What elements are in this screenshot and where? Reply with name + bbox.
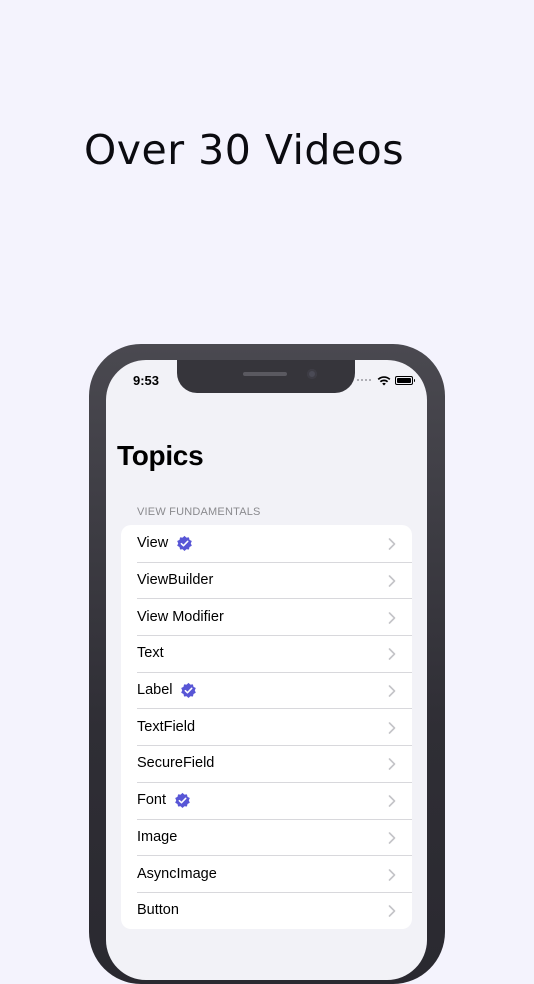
- topic-row-securefield[interactable]: SecureField: [121, 745, 412, 782]
- chevron-right-icon: [388, 868, 396, 881]
- topic-label: Font: [137, 792, 167, 809]
- verified-badge-icon: [174, 792, 191, 809]
- topic-row-view-modifier[interactable]: View Modifier: [121, 598, 412, 635]
- topic-row-asyncimage[interactable]: AsyncImage: [121, 855, 412, 892]
- chevron-right-icon: [388, 647, 396, 661]
- topic-label: SecureField: [137, 755, 215, 772]
- topic-row-button[interactable]: Button: [121, 891, 412, 929]
- topic-row-label[interactable]: Label: [121, 671, 412, 709]
- topic-row-font[interactable]: Font: [121, 781, 412, 819]
- chevron-right-icon: [388, 721, 396, 734]
- topic-label: View Modifier: [137, 608, 224, 625]
- topic-row-text[interactable]: Text: [121, 635, 412, 672]
- topic-label: ViewBuilder: [137, 572, 214, 589]
- topic-row-image[interactable]: Image: [121, 818, 412, 856]
- chevron-right-icon: [388, 574, 396, 587]
- page-title: Topics: [117, 440, 204, 471]
- topic-label: AsyncImage: [137, 865, 217, 882]
- topic-row-textfield[interactable]: TextField: [121, 708, 412, 745]
- chevron-right-icon: [388, 537, 396, 551]
- chevron-right-icon: [388, 611, 396, 624]
- topic-label: Text: [137, 645, 164, 662]
- phone-screen: 9:53 Topics VIEW FUNDAMENTALS View ViewBu…: [106, 360, 427, 980]
- front-camera: [307, 369, 317, 379]
- topic-list: View ViewBuilder View Modifier Text Label Tex…: [121, 525, 412, 929]
- chevron-right-icon: [388, 757, 396, 771]
- verified-badge-icon: [176, 535, 193, 552]
- topic-label: TextField: [137, 718, 196, 735]
- notch: [177, 360, 355, 393]
- topic-row-viewbuilder[interactable]: ViewBuilder: [121, 561, 412, 599]
- topic-row-view[interactable]: View: [121, 525, 412, 562]
- chevron-right-icon: [388, 904, 396, 918]
- battery-icon: [395, 375, 415, 385]
- topic-label: Label: [137, 682, 173, 699]
- verified-badge-icon: [180, 682, 197, 699]
- status-time: 9:53: [133, 373, 160, 388]
- status-icons: [357, 374, 415, 386]
- cellular-signal-icon: [357, 379, 371, 381]
- chevron-right-icon: [388, 684, 396, 697]
- topic-label: Button: [137, 902, 179, 919]
- headline: Over 30 Videos: [84, 126, 405, 174]
- section-header: VIEW FUNDAMENTALS: [137, 506, 261, 518]
- topic-label: View: [137, 535, 169, 552]
- chevron-right-icon: [388, 794, 396, 807]
- wifi-icon: [377, 375, 391, 385]
- chevron-right-icon: [388, 831, 396, 844]
- topic-label: Image: [137, 828, 178, 845]
- speaker-grille: [243, 372, 287, 376]
